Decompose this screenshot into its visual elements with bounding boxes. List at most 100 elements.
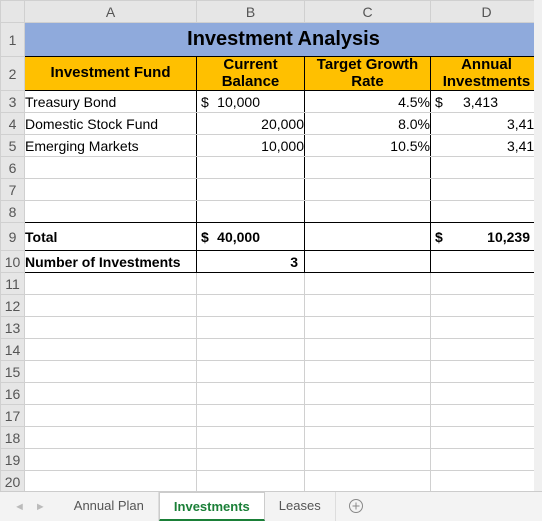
row-header-19[interactable]: 19 (1, 449, 25, 471)
row-header-7[interactable]: 7 (1, 179, 25, 201)
header-annual[interactable]: Annual Investments (431, 57, 542, 91)
header-balance[interactable]: Current Balance (197, 57, 305, 91)
cell-empty[interactable] (305, 295, 431, 317)
cell-empty[interactable] (305, 383, 431, 405)
cell-empty[interactable] (25, 471, 197, 493)
select-all-corner[interactable] (1, 1, 25, 23)
cell-fund[interactable]: Emerging Markets (25, 135, 197, 157)
cell-empty[interactable] (305, 317, 431, 339)
cell-annual[interactable]: $3,413 (431, 91, 542, 113)
cell-empty[interactable] (431, 339, 542, 361)
tab-leases[interactable]: Leases (265, 492, 336, 521)
row-header-5[interactable]: 5 (1, 135, 25, 157)
row-header-4[interactable]: 4 (1, 113, 25, 135)
cell-empty[interactable] (431, 251, 542, 273)
cell-empty[interactable] (197, 179, 305, 201)
row-header-11[interactable]: 11 (1, 273, 25, 295)
cell-empty[interactable] (197, 427, 305, 449)
cell-fund[interactable]: Domestic Stock Fund (25, 113, 197, 135)
cell-empty[interactable] (305, 201, 431, 223)
row-header-13[interactable]: 13 (1, 317, 25, 339)
cell-empty[interactable] (25, 339, 197, 361)
cell-empty[interactable] (25, 295, 197, 317)
cell-empty[interactable] (25, 361, 197, 383)
row-header-1[interactable]: 1 (1, 23, 25, 57)
tab-investments[interactable]: Investments (159, 492, 265, 521)
row-header-12[interactable]: 12 (1, 295, 25, 317)
col-header-a[interactable]: A (25, 1, 197, 23)
header-fund[interactable]: Investment Fund (25, 57, 197, 91)
cell-empty[interactable] (25, 273, 197, 295)
row-header-18[interactable]: 18 (1, 427, 25, 449)
cell-empty[interactable] (25, 179, 197, 201)
cell-annual[interactable]: 3,413 (431, 113, 542, 135)
cell-empty[interactable] (25, 317, 197, 339)
cell-total-annual[interactable]: $10,239 (431, 223, 542, 251)
tab-annual-plan[interactable]: Annual Plan (60, 492, 159, 521)
cell-empty[interactable] (197, 383, 305, 405)
cell-empty[interactable] (431, 317, 542, 339)
cell-empty[interactable] (305, 223, 431, 251)
cell-empty[interactable] (25, 427, 197, 449)
cell-empty[interactable] (431, 273, 542, 295)
cell-empty[interactable] (197, 405, 305, 427)
cell-empty[interactable] (305, 273, 431, 295)
cell-rate[interactable]: 8.0% (305, 113, 431, 135)
row-header-16[interactable]: 16 (1, 383, 25, 405)
cell-empty[interactable] (431, 405, 542, 427)
add-sheet-button[interactable] (336, 492, 376, 521)
cell-empty[interactable] (431, 449, 542, 471)
cell-empty[interactable] (197, 449, 305, 471)
row-header-17[interactable]: 17 (1, 405, 25, 427)
cell-empty[interactable] (305, 157, 431, 179)
row-header-3[interactable]: 3 (1, 91, 25, 113)
col-header-c[interactable]: C (305, 1, 431, 23)
col-header-d[interactable]: D (431, 1, 542, 23)
cell-numinv-label[interactable]: Number of Investments (25, 251, 197, 273)
cell-empty[interactable] (305, 339, 431, 361)
row-header-20[interactable]: 20 (1, 471, 25, 493)
cell-annual[interactable]: 3,413 (431, 135, 542, 157)
cell-total-label[interactable]: Total (25, 223, 197, 251)
cell-empty[interactable] (305, 251, 431, 273)
cell-balance[interactable]: 10,000 (197, 135, 305, 157)
cell-empty[interactable] (431, 427, 542, 449)
cell-empty[interactable] (431, 201, 542, 223)
cell-empty[interactable] (305, 427, 431, 449)
cell-empty[interactable] (431, 383, 542, 405)
col-header-b[interactable]: B (197, 1, 305, 23)
row-header-2[interactable]: 2 (1, 57, 25, 91)
cell-empty[interactable] (305, 179, 431, 201)
row-header-14[interactable]: 14 (1, 339, 25, 361)
cell-empty[interactable] (197, 361, 305, 383)
cell-empty[interactable] (305, 361, 431, 383)
spreadsheet-grid[interactable]: A B C D 1 Investment Analysis 2 Investme… (0, 0, 542, 493)
cell-empty[interactable] (197, 157, 305, 179)
cell-empty[interactable] (25, 405, 197, 427)
title-cell[interactable]: Investment Analysis (25, 23, 542, 57)
cell-balance[interactable]: 20,000 (197, 113, 305, 135)
tab-next-icon[interactable]: ► (35, 501, 46, 513)
row-header-8[interactable]: 8 (1, 201, 25, 223)
cell-empty[interactable] (431, 157, 542, 179)
cell-empty[interactable] (305, 449, 431, 471)
cell-balance[interactable]: $10,000 (197, 91, 305, 113)
cell-empty[interactable] (197, 273, 305, 295)
cell-fund[interactable]: Treasury Bond (25, 91, 197, 113)
tab-prev-icon[interactable]: ◄ (14, 501, 25, 513)
row-header-6[interactable]: 6 (1, 157, 25, 179)
cell-empty[interactable] (197, 295, 305, 317)
cell-empty[interactable] (25, 383, 197, 405)
cell-empty[interactable] (305, 471, 431, 493)
cell-empty[interactable] (197, 339, 305, 361)
cell-numinv-value[interactable]: 3 (197, 251, 305, 273)
cell-empty[interactable] (25, 449, 197, 471)
row-header-15[interactable]: 15 (1, 361, 25, 383)
cell-empty[interactable] (305, 405, 431, 427)
row-header-9[interactable]: 9 (1, 223, 25, 251)
cell-empty[interactable] (431, 295, 542, 317)
cell-empty[interactable] (431, 471, 542, 493)
vertical-scrollbar[interactable] (534, 0, 542, 491)
cell-empty[interactable] (197, 471, 305, 493)
cell-total-balance[interactable]: $40,000 (197, 223, 305, 251)
